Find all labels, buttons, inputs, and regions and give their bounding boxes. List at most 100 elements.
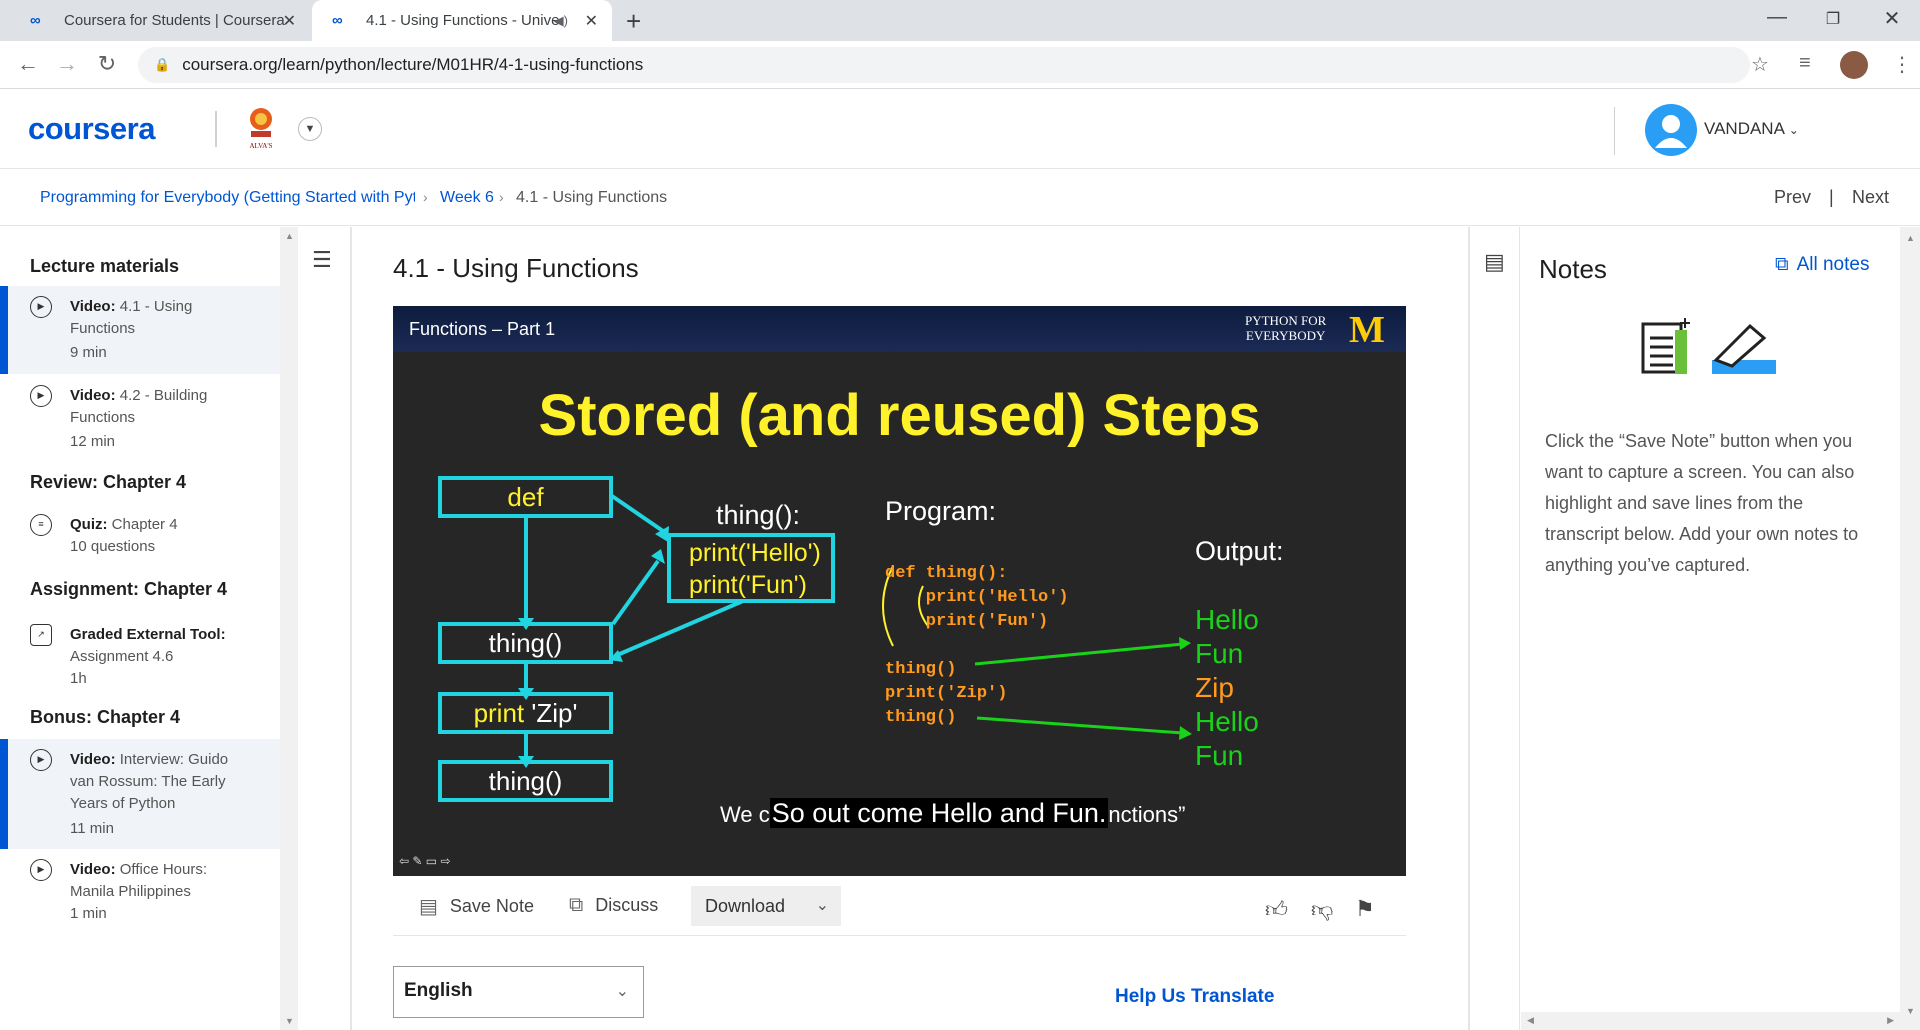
video-player[interactable]: Functions – Part 1 PYTHON FOR EVERYBODY … (393, 306, 1406, 876)
breadcrumb-course[interactable]: Programming for Everybody (Getting Start… (40, 189, 415, 207)
sidebar-item-quiz[interactable]: ≡ Quiz: Chapter 4 10 questions (0, 504, 280, 574)
browser-tab-coursera-students[interactable]: ∞ Coursera for Students | Coursera ✕ (10, 0, 310, 41)
external-link-icon: ⧉ (1775, 254, 1789, 275)
institution-name: ALVA'S (249, 142, 272, 150)
new-tab-button[interactable]: + (626, 6, 641, 37)
function-line: print('Hello') (689, 539, 821, 567)
scroll-down-icon[interactable]: ▼ (285, 1016, 294, 1026)
play-icon: ▶ (30, 385, 52, 407)
function-header: thing(): (716, 500, 801, 530)
breadcrumb: Programming for Everybody (Getting Start… (0, 170, 1920, 226)
highlighter-icon (1712, 323, 1776, 374)
prev-next-separator: | (1829, 187, 1834, 207)
sidebar-item-video-4-1[interactable]: ▶ Video: 4.1 - Using Functions 9 min (0, 286, 280, 374)
sidebar-item-guido-interview[interactable]: ▶ Video: Interview: Guido van Rossum: Th… (0, 739, 280, 849)
all-notes-link[interactable]: ⧉ All notes (1775, 254, 1869, 276)
toc-list-icon[interactable]: ☰ (312, 247, 332, 273)
flag-icon[interactable]: ⚑ (1355, 896, 1375, 922)
all-notes-label: All notes (1796, 254, 1870, 275)
thumbs-up-icon[interactable]: 👍︎ (1265, 896, 1288, 923)
download-dropdown[interactable]: Download ⌄ (691, 886, 841, 926)
sidebar-scrollbar[interactable]: ▲ ▼ (280, 227, 298, 1030)
lecture-title: 4.1 - Using Functions (393, 253, 639, 283)
next-button[interactable]: Next (1852, 187, 1889, 208)
output-line: Fun (1195, 638, 1244, 669)
coursera-logo[interactable]: coursera (28, 111, 155, 147)
save-note-label: Save Note (449, 896, 534, 916)
item-label: Quiz: Chapter 4 (70, 516, 178, 533)
thumbs-down-icon[interactable]: 👎︎ (1311, 896, 1333, 923)
chevron-down-icon[interactable]: ▼ (298, 117, 322, 141)
item-label: Video: Interview: Guido van Rossum: The … (70, 751, 229, 812)
scroll-down-icon[interactable]: ▼ (1906, 1006, 1915, 1016)
save-note-button[interactable]: ▤ Save Note (419, 894, 534, 919)
username[interactable]: VANDANA ⌄ (1704, 119, 1799, 139)
address-bar[interactable]: 🔒 coursera.org/learn/python/lecture/M01H… (138, 47, 1750, 83)
username-label: VANDANA (1704, 119, 1784, 138)
code-line: print('Zip') (885, 684, 1008, 703)
header-divider (1614, 107, 1615, 155)
chevron-right-icon: › (499, 189, 504, 205)
prev-button[interactable]: Prev (1774, 187, 1811, 208)
audio-playing-icon[interactable]: ◀) (554, 13, 568, 29)
play-icon: ▶ (30, 859, 52, 881)
scroll-up-icon[interactable]: ▲ (285, 231, 294, 241)
sidebar-item-office-hours[interactable]: ▶ Video: Office Hours: Manila Philippine… (0, 849, 280, 929)
restore-icon[interactable]: ❐ (1813, 9, 1853, 29)
chevron-down-icon: ⌄ (815, 897, 829, 914)
institution-logo[interactable]: ALVA'S (243, 105, 279, 151)
language-selected: English (404, 980, 473, 1001)
item-label: Graded External Tool: Assignment 4.6 (70, 626, 226, 665)
help-us-translate-link[interactable]: Help Us Translate (1115, 986, 1274, 1008)
play-icon: ▶ (30, 296, 52, 318)
discuss-button[interactable]: ⧉ Discuss (569, 894, 658, 917)
chevron-down-icon: ⌄ (615, 983, 629, 1000)
flow-def-label: def (507, 482, 544, 512)
user-avatar[interactable] (1645, 104, 1697, 156)
item-duration: 11 min (70, 820, 114, 837)
function-line: print('Fun') (689, 571, 807, 599)
notes-horizontal-scrollbar[interactable]: ◀ ▶ (1521, 1012, 1900, 1030)
bookmark-star-icon[interactable]: ☆ (1751, 52, 1769, 77)
notes-document-icon[interactable]: ▤ (1484, 249, 1505, 275)
flow-def-box: def (438, 476, 613, 518)
code-line: thing() (885, 660, 957, 679)
chevron-right-icon: › (423, 189, 428, 205)
item-duration: 1 min (70, 905, 107, 922)
close-window-icon[interactable]: ✕ (1872, 6, 1912, 31)
breadcrumb-current: 4.1 - Using Functions (516, 189, 668, 206)
scroll-right-icon[interactable]: ▶ (1887, 1015, 1894, 1026)
close-tab-icon[interactable]: ✕ (585, 11, 598, 31)
item-duration: 12 min (70, 433, 116, 450)
slide-nav-controls-icon[interactable]: ⇦ ✎ ▭ ⇨ (399, 854, 451, 868)
play-icon: ▶ (30, 749, 52, 771)
output-line: Hello (1195, 706, 1259, 737)
section-title: Assignment: Chapter 4 (30, 579, 228, 599)
program-label: Program: (885, 496, 997, 526)
notes-scrollbar[interactable]: ▲ ▼ (1900, 227, 1920, 1030)
scroll-up-icon[interactable]: ▲ (1906, 233, 1915, 243)
section-title: Review: Chapter 4 (30, 472, 187, 492)
output-line: Hello (1195, 604, 1259, 635)
media-control-icon[interactable]: ≡ (1799, 52, 1811, 75)
reload-icon[interactable]: ↻ (93, 51, 121, 77)
section-title: Lecture materials (30, 256, 180, 276)
notes-illustration (1641, 318, 1776, 374)
item-duration: 9 min (70, 344, 107, 361)
note-icon: ▤ (419, 896, 438, 918)
minimize-icon[interactable]: — (1757, 6, 1797, 29)
breadcrumb-week[interactable]: Week 6 (440, 189, 494, 207)
browser-menu-icon[interactable]: ⋮ (1892, 52, 1912, 77)
browser-tab-using-functions[interactable]: ∞ 4.1 - Using Functions - Unive ◀) ✕ (312, 0, 612, 41)
forward-icon[interactable]: → (53, 51, 81, 77)
browser-tab-bar: ∞ Coursera for Students | Coursera ✕ ∞ 4… (0, 0, 1920, 41)
sidebar-item-video-4-2[interactable]: ▶ Video: 4.2 - Building Functions 12 min (0, 375, 280, 465)
language-select[interactable]: English ⌄ (393, 966, 644, 1018)
profile-avatar[interactable] (1840, 51, 1868, 79)
flow-thing-label: thing() (488, 628, 563, 658)
sidebar-item-external-tool[interactable]: ↗ Graded External Tool: Assignment 4.6 1… (0, 614, 280, 694)
flow-print-arg: 'Zip' (524, 698, 578, 728)
close-tab-icon[interactable]: ✕ (283, 11, 296, 31)
back-icon[interactable]: ← (14, 51, 42, 77)
scroll-left-icon[interactable]: ◀ (1527, 1015, 1534, 1026)
